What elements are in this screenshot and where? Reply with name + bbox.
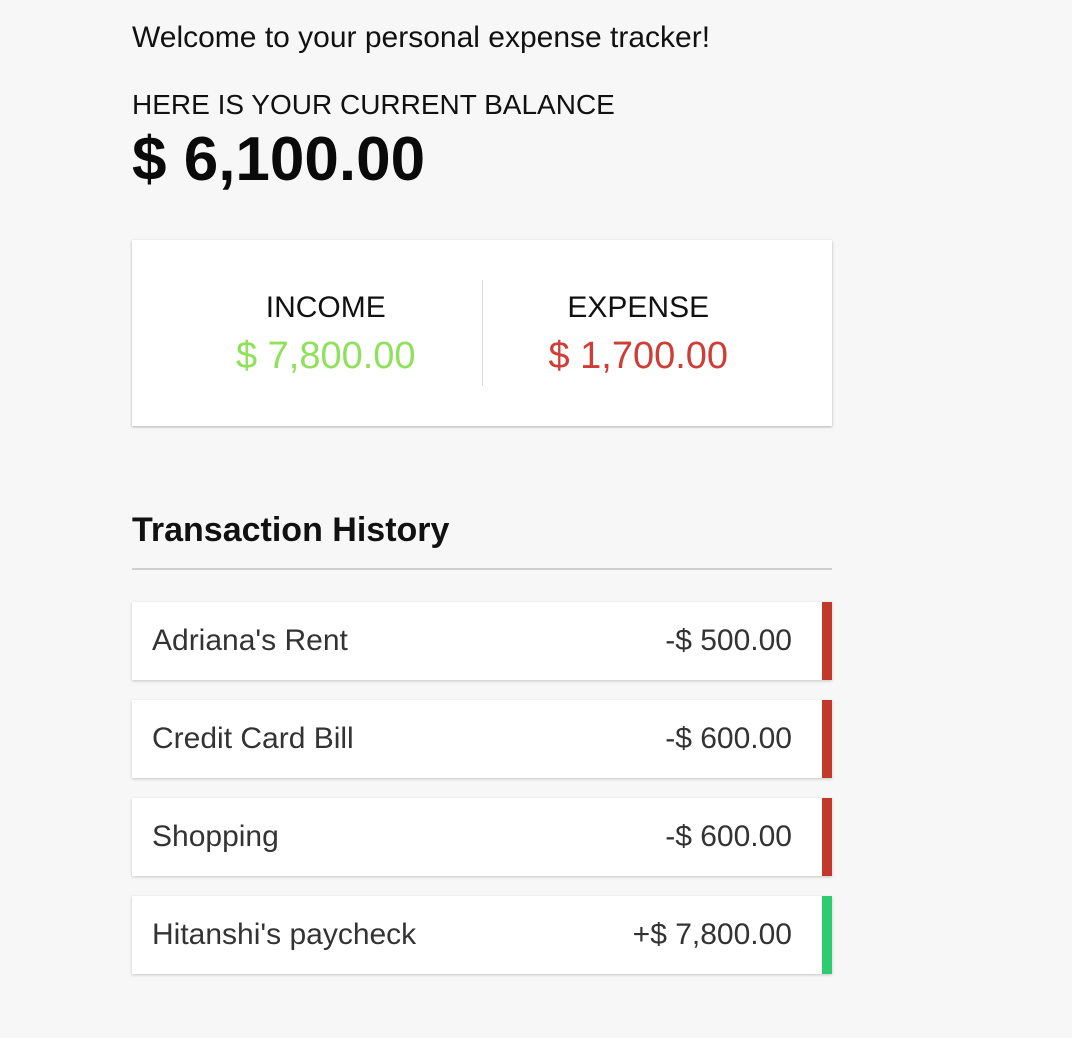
- income-value: $ 7,800.00: [235, 335, 416, 377]
- expense-section: EXPENSE $ 1,700.00: [483, 286, 833, 380]
- transaction-item[interactable]: Hitanshi's paycheck +$ 7,800.00: [132, 896, 832, 974]
- income-label: INCOME: [265, 291, 386, 324]
- transaction-name: Adriana's Rent: [152, 624, 348, 657]
- transaction-amount: -$ 600.00: [665, 820, 792, 853]
- transaction-item[interactable]: Credit Card Bill -$ 600.00: [132, 700, 832, 778]
- transaction-amount: -$ 500.00: [665, 624, 792, 657]
- transaction-history-title: Transaction History: [132, 508, 832, 570]
- transaction-name: Hitanshi's paycheck: [152, 918, 417, 951]
- transaction-item[interactable]: Shopping -$ 600.00: [132, 798, 832, 876]
- expense-value: $ 1,700.00: [548, 335, 729, 377]
- transaction-item[interactable]: Adriana's Rent -$ 500.00: [132, 602, 832, 680]
- welcome-text: Welcome to your personal expense tracker…: [132, 21, 711, 54]
- balance-amount: $ 6,100.00: [132, 125, 426, 194]
- transaction-amount: +$ 7,800.00: [632, 918, 792, 951]
- income-section: INCOME $ 7,800.00: [132, 286, 482, 380]
- transaction-name: Shopping: [152, 820, 279, 853]
- expense-label: EXPENSE: [567, 291, 710, 324]
- expense-tracker: Welcome to your personal expense tracker…: [132, 0, 832, 994]
- transaction-list: Adriana's Rent -$ 500.00 Credit Card Bil…: [132, 602, 832, 974]
- transaction-name: Credit Card Bill: [152, 722, 354, 755]
- income-expense-summary: INCOME $ 7,800.00 EXPENSE $ 1,700.00: [132, 240, 832, 426]
- balance-label: HERE IS YOUR CURRENT BALANCE: [132, 89, 615, 120]
- transaction-amount: -$ 600.00: [665, 722, 792, 755]
